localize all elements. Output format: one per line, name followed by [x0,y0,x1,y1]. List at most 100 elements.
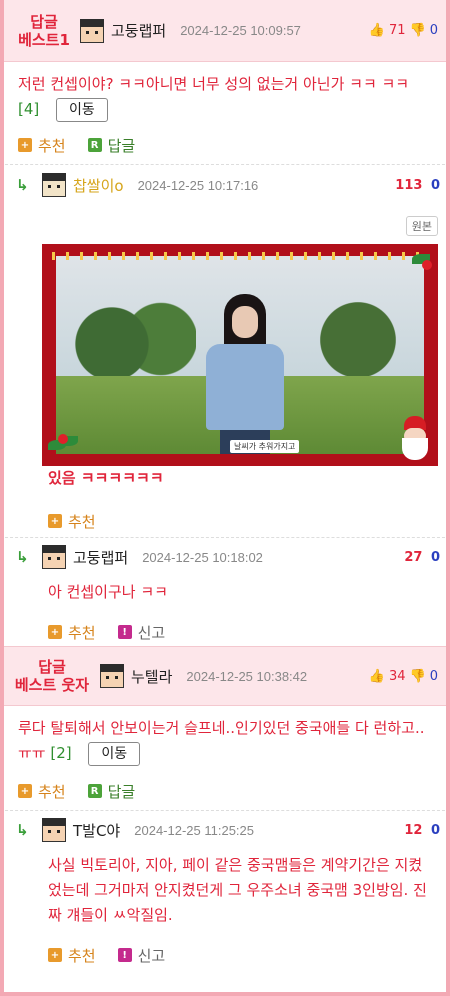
reply-label: 답글 [107,136,136,155]
thumbs-down-icon[interactable]: 👎 [410,669,426,684]
thumbs-up-icon[interactable]: 👍 [369,669,385,684]
best-comment-header: 답글 베스트1 고둥랩퍼 2024-12-25 10:09:57 👍 71 👎 … [0,0,450,62]
reply-header: ↳ 고둥랩퍼 2024-12-25 10:18:02 27 0 [0,538,450,576]
recommend-button[interactable]: + 추천 [48,511,96,532]
report-button[interactable]: ! 신고 [117,622,166,643]
comment-date: 2024-12-25 10:17:16 [137,177,259,193]
comment-body: 저런 컨셉이야? ㅋㅋ아니면 너무 성의 없는거 아닌가 ㅋㅋ ㅋㅋ [4] 이… [0,62,450,122]
comment-actions: + 추천 ! 신고 [0,933,450,969]
reply-arrow-icon: ↳ [16,176,29,194]
best-badge: 답글 베스트 웃자 [8,658,96,694]
report-button[interactable]: ! 신고 [117,945,166,966]
recommend-label: 추천 [38,136,66,155]
author-nick[interactable]: 누텔라 [131,666,172,687]
comment-date: 2024-12-25 10:09:57 [180,23,301,38]
video-trees [292,274,424,384]
comment-actions: + 추천 [0,499,450,535]
string-lights [52,252,430,260]
comment-date: 2024-12-25 11:25:25 [134,822,254,838]
recommend-button[interactable]: + 추천 [48,622,96,643]
reply-icon: R [87,138,102,152]
reply-header: ↳ 찹쌀이o 2024-12-25 10:17:16 113 0 [0,165,450,205]
plus-icon: + [48,625,62,639]
down-count: 0 [429,668,438,684]
video-trees [56,284,196,384]
comment-actions: + 추천 ! 신고 [0,610,450,646]
report-label: 신고 [137,623,166,642]
down-count: 0 [430,177,440,193]
comment-date: 2024-12-25 10:38:42 [186,668,308,684]
best-badge-line1: 답글 [38,658,66,676]
vote-box: 👍 71 👎 0 [369,23,438,38]
best-badge-line2: 베스트1 [18,30,70,49]
reply-body: 사실 빅토리아, 지아, 페이 같은 중국맴들은 계약기간은 지켰었는데 그거마… [48,856,427,924]
avatar [42,545,66,569]
report-label: 신고 [137,946,166,965]
reply-button[interactable]: R 답글 [87,781,136,802]
up-count: 34 [388,668,406,684]
recommend-button[interactable]: + 추천 [48,945,96,966]
plus-icon: + [48,948,62,962]
original-button[interactable]: 원본 [405,216,438,236]
best-badge: 답글 베스트1 [8,13,80,49]
reply-button[interactable]: R 답글 [87,135,136,156]
down-count: 0 [430,822,440,838]
vote-box: 👍 34 👎 0 [369,669,438,684]
recommend-label: 추천 [68,623,96,642]
thumbs-up-icon[interactable]: 👍 [369,23,385,38]
best-badge-line2: 베스트 웃자 [14,676,90,694]
up-count: 27 [404,549,423,565]
comment-body: 루다 탈퇴해서 안보이는거 슬프네..인기있던 중국애들 다 런하고..ㅠㅠ [… [0,706,450,768]
move-button[interactable]: 이동 [88,741,141,766]
report-icon: ! [117,625,132,639]
comment-text: 루다 탈퇴해서 안보이는거 슬프네..인기있던 중국애들 다 런하고..ㅠㅠ [18,719,425,762]
video-subtitle: 날씨가 추워가지고 [230,440,300,453]
reply-header: ↳ T발C야 2024-12-25 11:25:25 12 0 [0,811,450,849]
recommend-label: 추천 [68,512,96,531]
christmas-video-frame[interactable]: 날씨가 추워가지고 [42,244,438,466]
comment-actions: + 추천 R 답글 [0,122,450,160]
comment-date: 2024-12-25 10:18:02 [142,549,263,565]
recommend-button[interactable]: + 추천 [18,135,66,156]
best-comment-header: 답글 베스트 웃자 누텔라 2024-12-25 10:38:42 👍 34 👎… [0,646,450,706]
reply-body: 아 컨셉이구나 ㅋㅋ [48,583,168,601]
avatar [42,818,66,842]
reply-arrow-icon: ↳ [16,821,29,839]
santa-icon [398,416,432,462]
reply-icon: R [87,784,102,798]
plus-icon: + [18,138,32,152]
holly-icon [410,250,438,270]
up-count: 113 [395,177,423,193]
up-count: 12 [404,822,423,838]
recommend-label: 추천 [38,782,66,801]
avatar [100,664,124,688]
recommend-label: 추천 [68,946,96,965]
reply-arrow-icon: ↳ [16,548,29,566]
report-icon: ! [117,948,132,962]
thumbs-down-icon[interactable]: 👎 [410,23,426,38]
author-nick[interactable]: 고둥랩퍼 [111,20,166,41]
author-nick[interactable]: 고둥랩퍼 [73,547,128,568]
video-person [202,294,288,454]
reply-count: [2] [50,744,72,762]
reply-count: [4] [18,100,40,118]
avatar [80,18,104,43]
vote-box: 113 0 [395,178,440,193]
avatar [42,173,66,197]
reply-label: 답글 [107,782,136,801]
author-nick[interactable]: T발C야 [73,820,120,841]
comment-text: 저런 컨셉이야? ㅋㅋ아니면 너무 성의 없는거 아닌가 ㅋㅋ ㅋㅋ [18,75,410,93]
best-badge-line1: 답글 [30,12,58,31]
plus-icon: + [48,514,62,528]
recommend-button[interactable]: + 추천 [18,781,66,802]
down-count: 0 [429,23,438,38]
up-count: 71 [388,23,406,38]
down-count: 0 [430,549,440,565]
comment-actions: + 추천 R 답글 [0,768,450,806]
vote-box: 12 0 [404,823,440,838]
vote-box: 27 0 [404,550,440,565]
plus-icon: + [18,784,32,798]
holly-icon [48,434,78,454]
move-button[interactable]: 이동 [56,97,108,122]
author-nick[interactable]: 찹쌀이o [73,175,124,196]
